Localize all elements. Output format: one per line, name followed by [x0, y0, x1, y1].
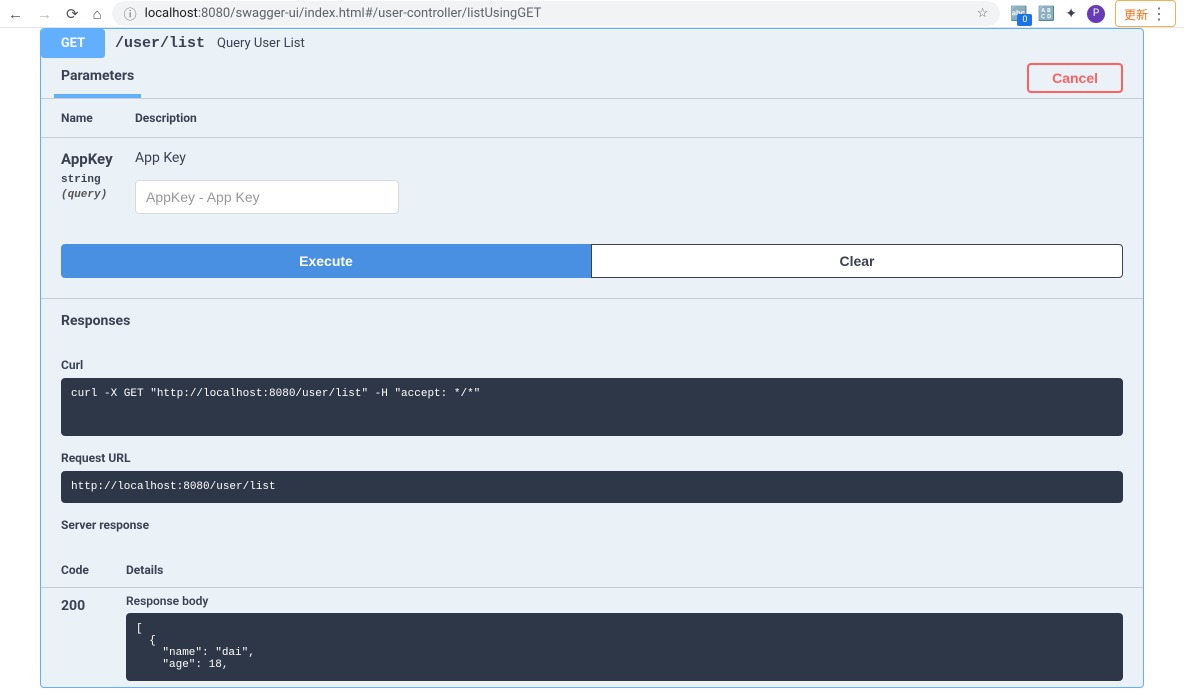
parameter-name: AppKey [61, 150, 135, 168]
translate-icon[interactable]: 🔠 [1038, 6, 1055, 22]
reload-icon[interactable]: ⟳ [66, 5, 79, 23]
parameter-desc-column: App Key [135, 148, 1123, 214]
parameter-header-row: Name Description [41, 99, 1143, 138]
home-icon[interactable]: ⌂ [93, 5, 102, 23]
action-buttons: Execute Clear [41, 224, 1143, 298]
parameter-type: string [61, 174, 135, 186]
operation-summary[interactable]: GET /user/list Query User List [41, 29, 1143, 58]
cancel-button[interactable]: Cancel [1027, 63, 1123, 93]
response-row: 200 Response body [ { "name": "dai", "ag… [41, 588, 1143, 687]
operation-path: /user/list [115, 35, 205, 52]
details-column-header: Details [126, 563, 163, 577]
response-body-box[interactable]: [ { "name": "dai", "age": 18, [126, 613, 1123, 681]
back-icon[interactable]: ← [8, 5, 23, 23]
response-code: 200 [61, 594, 126, 614]
url-text: localhost:8080/swagger-ui/index.html#/us… [145, 6, 969, 21]
parameter-input[interactable] [135, 180, 399, 214]
parameters-tab[interactable]: Parameters [54, 58, 141, 98]
browser-toolbar: ← → ⟳ ⌂ ⓘ localhost:8080/swagger-ui/inde… [0, 0, 1184, 28]
parameter-row: AppKey string (query) App Key [41, 138, 1143, 224]
server-response-header: Code Details [41, 553, 1143, 588]
server-response-label: Server response [61, 503, 1123, 538]
responses-heading: Responses [41, 298, 1143, 343]
parameter-in: (query) [61, 189, 135, 201]
menu-dots-icon[interactable]: ⋮ [1151, 4, 1167, 23]
request-url-label: Request URL [61, 436, 1123, 471]
responses-section: Curl curl -X GET "http://localhost:8080/… [41, 343, 1143, 553]
operation-block: GET /user/list Query User List Parameter… [40, 28, 1144, 688]
code-column-header: Code [61, 563, 126, 577]
column-description: Description [135, 111, 197, 125]
response-details: Response body [ { "name": "dai", "age": … [126, 594, 1123, 681]
parameter-description: App Key [135, 150, 1123, 166]
translate-ext-icon[interactable]: 🔤0 [1010, 6, 1027, 22]
info-icon[interactable]: ⓘ [124, 4, 137, 23]
forward-icon[interactable]: → [37, 5, 52, 23]
parameter-name-column: AppKey string (query) [61, 148, 135, 201]
response-body-label: Response body [126, 594, 1123, 608]
operation-description: Query User List [217, 36, 305, 51]
nav-controls: ← → ⟳ ⌂ [8, 5, 102, 23]
update-button[interactable]: 更新 ⋮ [1115, 0, 1176, 27]
bookmark-star-icon[interactable]: ☆ [977, 6, 989, 21]
tabs-bar: Parameters Cancel [41, 58, 1143, 99]
request-url-box[interactable]: http://localhost:8080/user/list [61, 471, 1123, 503]
curl-command-box[interactable]: curl -X GET "http://localhost:8080/user/… [61, 378, 1123, 436]
extensions-icon[interactable]: ✦ [1065, 6, 1077, 22]
profile-avatar[interactable]: P [1087, 5, 1105, 23]
extension-icons: 🔤0 🔠 ✦ P 更新 ⋮ [1010, 0, 1176, 27]
http-method-badge: GET [41, 29, 105, 58]
curl-label: Curl [61, 343, 1123, 378]
column-name: Name [61, 111, 135, 125]
clear-button[interactable]: Clear [591, 244, 1123, 278]
address-bar[interactable]: ⓘ localhost:8080/swagger-ui/index.html#/… [112, 1, 1001, 26]
execute-button[interactable]: Execute [61, 244, 591, 278]
